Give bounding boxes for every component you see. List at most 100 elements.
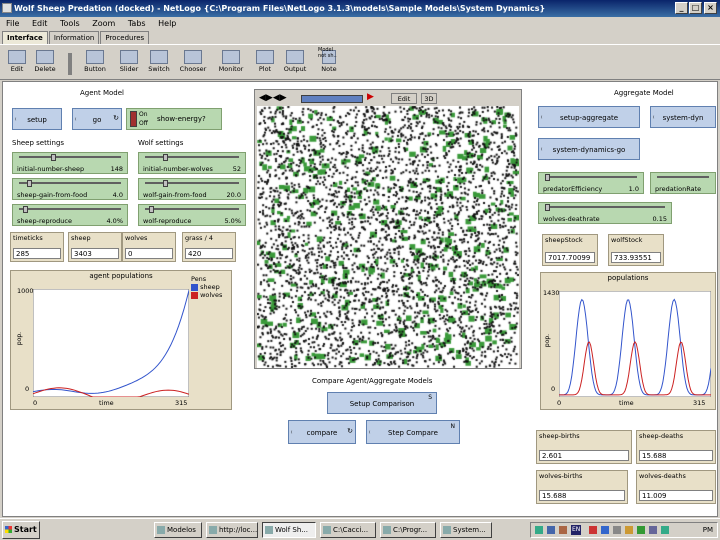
task-program-files[interactable]: C:\Progr... xyxy=(380,522,436,538)
tray-icon xyxy=(625,526,633,534)
slider-thumb[interactable] xyxy=(162,180,168,187)
edit-icon xyxy=(8,50,26,64)
forever-icon: ↻ xyxy=(113,114,119,122)
show-energy-switch[interactable]: On Off show-energy? xyxy=(126,108,222,130)
plot-tool[interactable]: Plot xyxy=(250,48,280,78)
menu-edit[interactable]: Edit xyxy=(32,19,48,28)
slider-thumb[interactable] xyxy=(26,180,32,187)
monitor-value: 0 xyxy=(125,248,173,259)
task-system[interactable]: System... xyxy=(440,522,492,538)
start-button[interactable]: Start xyxy=(2,521,40,539)
slider-wolf-reproduce[interactable]: wolf-reproduce 5.0% xyxy=(138,204,246,226)
step-compare-button[interactable]: ⁽ Step Compare N xyxy=(366,420,460,444)
tab-strip: Interface Information Procedures xyxy=(2,31,150,44)
monitor-wolves-deaths: wolves-deaths 11.009 xyxy=(636,470,716,504)
output-tool[interactable]: Output xyxy=(280,48,310,78)
slider-thumb[interactable] xyxy=(51,154,56,161)
task-modelos[interactable]: Modelos xyxy=(154,522,202,538)
tray-icon xyxy=(613,526,621,534)
world-canvas[interactable] xyxy=(257,106,519,368)
task-wolf-sheep[interactable]: Wolf Sh... xyxy=(262,522,316,538)
agent-plot-area xyxy=(33,289,189,397)
menu-file[interactable]: File xyxy=(6,19,19,28)
language-indicator[interactable]: EN xyxy=(571,525,582,535)
slider-predation-rate[interactable]: predationRate xyxy=(650,172,716,194)
edit-tool[interactable]: Edit xyxy=(2,48,32,78)
slider-initial-number-sheep[interactable]: initial-number-sheep 148 xyxy=(12,152,128,174)
view-control-icon[interactable]: ◀▶◀▶ xyxy=(259,93,287,103)
browser-icon xyxy=(209,526,217,534)
monitor-value: 11.009 xyxy=(639,490,713,501)
slider-track xyxy=(545,206,665,208)
forever-marker: ⁽ xyxy=(75,117,77,124)
window-title: Wolf Sheep Predation (docked) - NetLogo … xyxy=(14,4,546,13)
switch-tool[interactable]: Switch xyxy=(144,48,174,78)
menu-help[interactable]: Help xyxy=(158,19,176,28)
menu-tabs[interactable]: Tabs xyxy=(128,19,146,28)
sheep-settings-label: Sheep settings xyxy=(12,139,65,147)
slider-name: wolf-reproduce xyxy=(143,217,192,225)
tab-procedures[interactable]: Procedures xyxy=(100,31,150,44)
slider-thumb[interactable] xyxy=(162,154,168,161)
slider-predator-efficiency[interactable]: predatorEfficiency 1.0 xyxy=(538,172,644,194)
tab-information[interactable]: Information xyxy=(48,31,100,44)
plot-icon xyxy=(256,50,274,64)
world-view: ◀▶◀▶ ▶ Edit 3D xyxy=(254,89,522,369)
monitor-grass: grass / 4 420 xyxy=(182,232,236,262)
slider-tool[interactable]: Slider xyxy=(114,48,144,78)
setup-button[interactable]: ⁽ setup xyxy=(12,108,62,130)
task-browser[interactable]: http://loc... xyxy=(206,522,258,538)
slider-name: predatorEfficiency xyxy=(543,185,603,193)
slider-name: wolf-gain-from-food xyxy=(143,191,207,199)
delete-tool[interactable]: Delete xyxy=(30,48,60,78)
monitor-tool[interactable]: Monitor xyxy=(216,48,246,78)
slider-track xyxy=(145,208,239,210)
agent-model-title: Agent Model xyxy=(80,89,124,97)
switch-toggle[interactable] xyxy=(130,111,137,127)
compare-button[interactable]: ⁽ compare ↻ xyxy=(288,420,356,444)
system-dynamics-go-button[interactable]: ⁽ system-dynamics-go xyxy=(538,138,640,160)
system-dynamics-button-partial[interactable]: ⁽ system-dyn xyxy=(650,106,716,128)
slider-value: 148 xyxy=(110,165,123,173)
go-button[interactable]: ⁽ go ↻ xyxy=(72,108,122,130)
slider-wolf-gain-from-food[interactable]: wolf-gain-from-food 20.0 xyxy=(138,178,246,200)
tray-icon xyxy=(535,526,543,534)
menu-tools[interactable]: Tools xyxy=(60,19,80,28)
slider-initial-number-wolves[interactable]: initial-number-wolves 52 xyxy=(138,152,246,174)
slider-wolves-deathrate[interactable]: wolves-deathrate 0.15 xyxy=(538,202,672,224)
taskbar: Start Modelos http://loc... Wolf Sh... C… xyxy=(0,518,720,540)
slider-thumb[interactable] xyxy=(149,206,155,213)
slider-name: predationRate xyxy=(655,185,702,193)
monitor-value: 2.601 xyxy=(539,450,629,461)
tab-interface[interactable]: Interface xyxy=(2,31,48,44)
button-tool[interactable]: Button xyxy=(80,48,110,78)
maximize-button[interactable]: □ xyxy=(689,2,702,14)
monitor-wolves: wolves 0 xyxy=(122,232,176,262)
slider-name: initial-number-wolves xyxy=(143,165,213,173)
folder-icon xyxy=(323,526,331,534)
record-icon[interactable]: ▶ xyxy=(367,92,374,102)
netlogo-icon xyxy=(265,526,273,534)
monitor-value: 420 xyxy=(185,248,233,259)
tray-icon xyxy=(589,526,597,534)
menu-zoom[interactable]: Zoom xyxy=(92,19,115,28)
task-caccia[interactable]: C:\Cacci... xyxy=(320,522,376,538)
chooser-icon xyxy=(184,50,202,64)
speed-slider[interactable] xyxy=(301,95,363,103)
chooser-tool[interactable]: Chooser xyxy=(178,48,208,78)
monitor-sheep-deaths: sheep-deaths 15.688 xyxy=(636,430,716,464)
slider-sheep-gain-from-food[interactable]: sheep-gain-from-food 4.0 xyxy=(12,178,128,200)
close-button[interactable]: × xyxy=(704,2,717,14)
view-3d-button[interactable]: 3D xyxy=(421,93,437,104)
tray-icon xyxy=(637,526,645,534)
minimize-button[interactable]: _ xyxy=(675,2,688,14)
view-edit-button[interactable]: Edit xyxy=(391,93,417,104)
aggregate-populations-plot: populations 1430 0 pop. 0 time 315 xyxy=(540,272,716,410)
button-icon xyxy=(86,50,104,64)
setup-aggregate-button[interactable]: ⁽ setup-aggregate xyxy=(538,106,640,128)
slider-sheep-reproduce[interactable]: sheep-reproduce 4.0% xyxy=(12,204,128,226)
tray-icon xyxy=(547,526,555,534)
slider-track xyxy=(145,156,239,158)
setup-comparison-button[interactable]: Setup Comparison S xyxy=(327,392,437,414)
slider-thumb[interactable] xyxy=(22,206,28,213)
